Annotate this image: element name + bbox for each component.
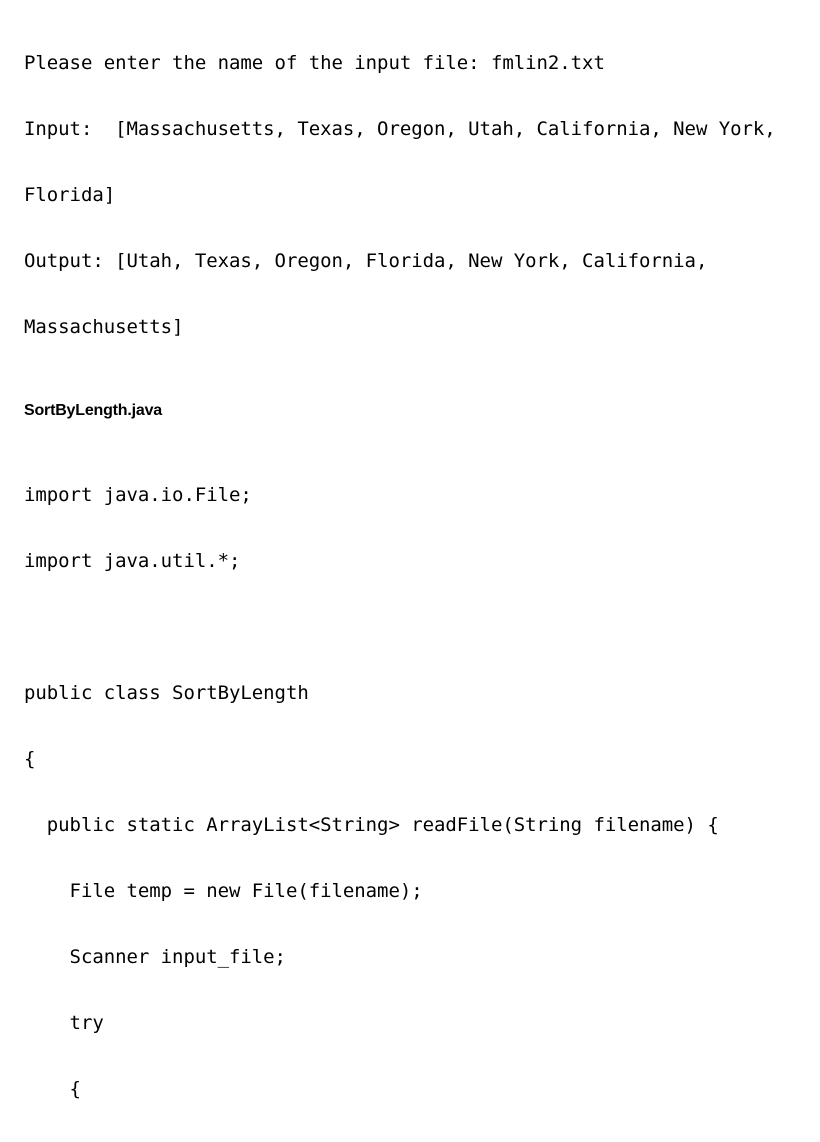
code-line: import java.io.File;: [24, 484, 252, 506]
console-output-line: Output: [Utah, Texas, Oregon, Florida, N…: [24, 250, 708, 272]
code-line: public class SortByLength: [24, 682, 309, 704]
source-file-heading: SortByLength.java: [24, 402, 162, 419]
console-output-line: Input: [Massachusetts, Texas, Oregon, Ut…: [24, 118, 776, 140]
console-output-line: Please enter the name of the input file:…: [24, 52, 605, 74]
console-output-line: Florida]: [24, 184, 116, 206]
source-code-block: import java.io.File; import java.util.*;…: [24, 440, 820, 1142]
code-line: Scanner input_file;: [24, 946, 286, 968]
code-line: {: [24, 748, 36, 770]
code-line: import java.util.*;: [24, 550, 241, 572]
console-output-line: Massachusetts]: [24, 316, 184, 338]
code-line: {: [24, 1078, 81, 1100]
document-page: Please enter the name of the input file:…: [0, 0, 820, 1100]
console-output-block: Please enter the name of the input file:…: [24, 8, 820, 382]
code-line: File temp = new File(filename);: [24, 880, 423, 902]
code-line: public static ArrayList<String> readFile…: [24, 814, 719, 836]
code-line: try: [24, 1012, 104, 1034]
